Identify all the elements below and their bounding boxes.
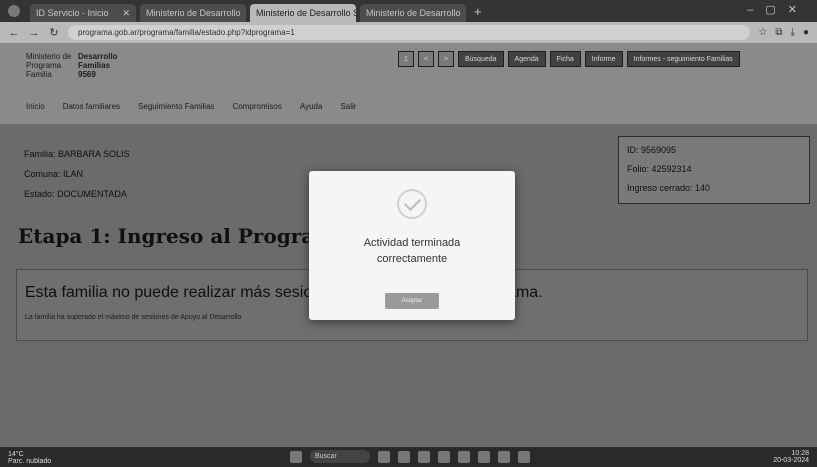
screen: ID Servicio - Inicio ✕ Ministerio de Desa… — [0, 0, 817, 467]
dialog-message: Actividad terminada correctamente — [363, 237, 461, 265]
weather-desc: Parc. nublado — [8, 458, 52, 465]
start-icon[interactable] — [290, 450, 302, 463]
app-icon[interactable] — [498, 450, 510, 463]
success-dialog: Actividad terminada correctamente Acepta… — [309, 171, 515, 320]
windows-taskbar: 14°C Parc. nublado Buscar 10:28 20-03-20… — [0, 447, 817, 467]
taskview-icon[interactable] — [378, 450, 390, 463]
weather-temp: 14°C — [8, 451, 24, 458]
edge-icon[interactable] — [418, 450, 430, 463]
mail-icon[interactable] — [478, 450, 490, 463]
accept-button[interactable]: Aceptar — [385, 293, 439, 309]
explorer-icon[interactable] — [398, 450, 410, 463]
clock-date: 20-03-2024 — [773, 457, 809, 464]
check-icon — [397, 189, 427, 219]
clock-time: 10:28 — [791, 450, 809, 457]
weather-widget[interactable]: 14°C Parc. nublado — [8, 451, 51, 465]
app-icon[interactable] — [518, 450, 530, 463]
chrome-icon[interactable] — [438, 450, 450, 463]
taskbar-apps: Buscar — [290, 450, 530, 463]
store-icon[interactable] — [458, 450, 470, 463]
taskbar-search[interactable]: Buscar — [310, 450, 370, 463]
system-tray[interactable]: 10:28 20-03-2024 — [773, 450, 809, 464]
